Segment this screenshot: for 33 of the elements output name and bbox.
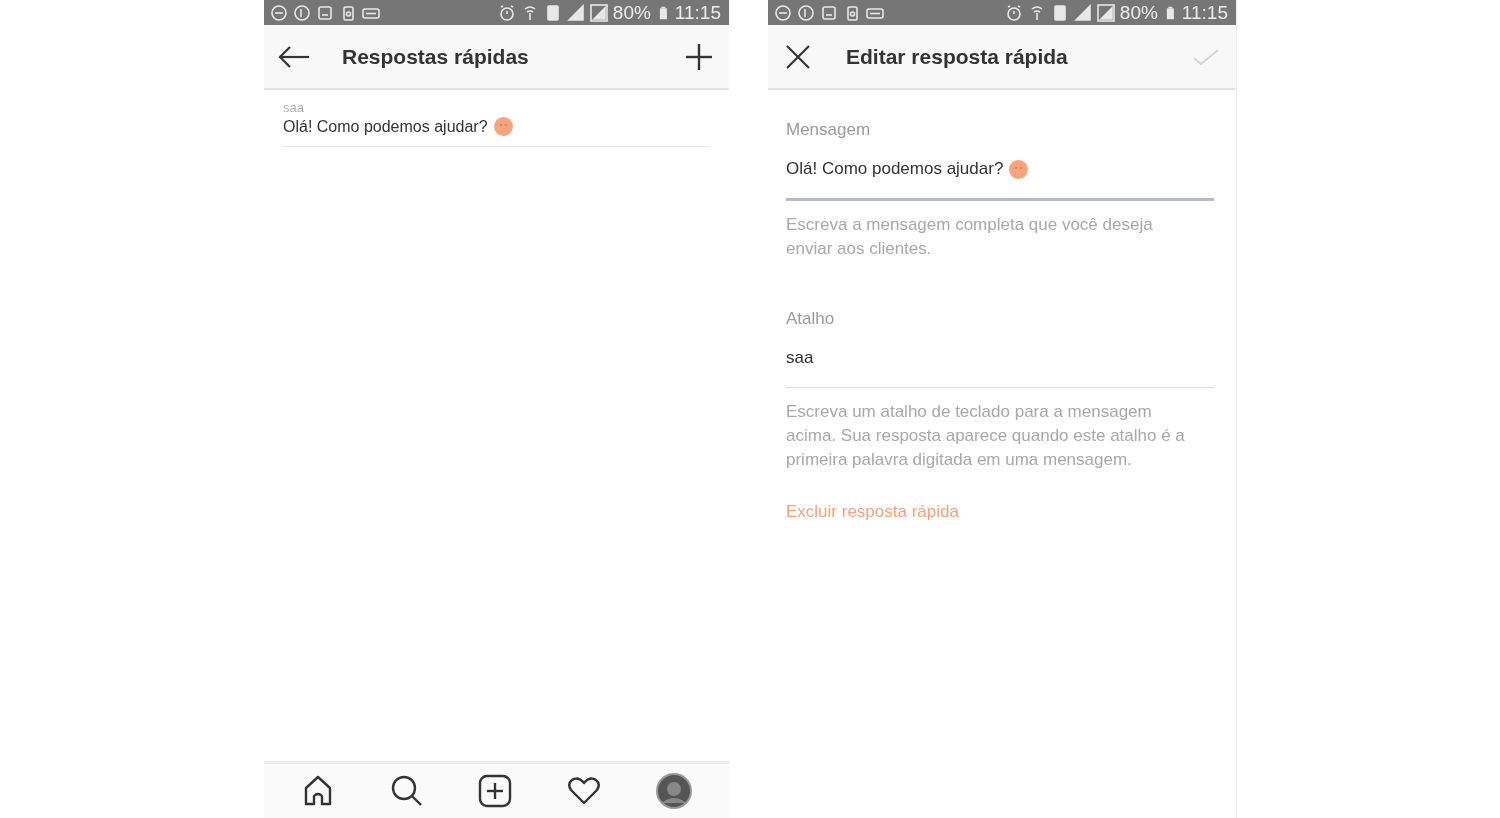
search-button[interactable]: [389, 774, 424, 808]
circle-icon: [797, 3, 815, 22]
signal-box-icon: [1096, 3, 1115, 22]
field-label: Atalho: [786, 309, 836, 329]
heart-button[interactable]: [567, 776, 602, 806]
help-text: Escreva a mensagem completa que você deseja enviar aos clientes.: [786, 214, 1154, 260]
clock-time: 11:15: [1181, 1, 1228, 25]
input-field[interactable]: saa: [786, 329, 1214, 388]
minus-circle-icon: [270, 3, 288, 22]
field-label: Mensagem: [786, 120, 872, 140]
alarm-icon: [497, 3, 516, 22]
help-text: Escreva um atalho de teclado para a mensagem acima. Sua resposta aparece quando este atalho é a primeira palavra digitada em uma mensagem.: [786, 401, 1186, 471]
circle-icon: [293, 3, 311, 22]
battery-percent: 80%: [1119, 1, 1158, 25]
input-field[interactable]: Olá! Como podemos ajudar?: [786, 140, 1214, 201]
battery-percent: 80%: [612, 1, 651, 25]
minus-circle-icon: [774, 3, 792, 22]
screen-title: Respostas rápidas: [342, 44, 530, 69]
signal-icon: [566, 3, 585, 22]
clock-time: 11:15: [674, 1, 721, 25]
message-text: Olá! Como podemos ajudar?: [283, 117, 488, 136]
quick-reply-item[interactable]: saa Olá! Como podemos ajudar?: [283, 90, 710, 147]
emoji-icon: [1009, 159, 1029, 179]
profile-avatar-button[interactable]: [655, 773, 692, 809]
add-post-button[interactable]: [478, 774, 513, 808]
image-icon: [820, 3, 838, 22]
screen-title: Editar resposta rápida: [846, 44, 1069, 69]
alarm-icon: [1004, 3, 1023, 22]
emoji-icon: [493, 117, 513, 136]
signal-box-icon: [589, 3, 608, 22]
image-icon: [316, 3, 334, 22]
signal-icon: [1073, 3, 1092, 22]
shortcut-text: saa: [283, 100, 305, 115]
